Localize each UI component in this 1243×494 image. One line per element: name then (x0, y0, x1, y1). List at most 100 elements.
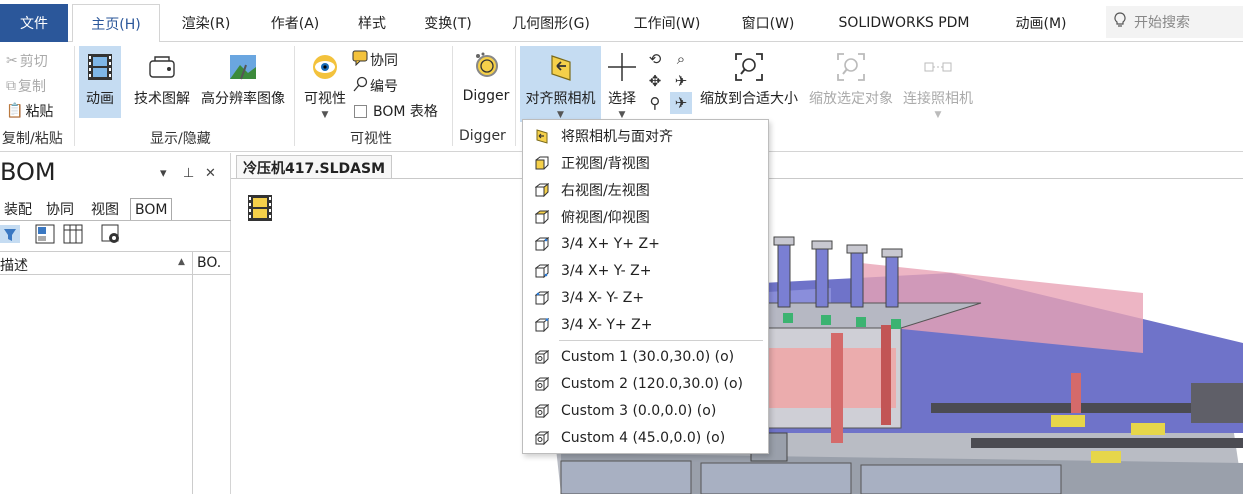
landscape-icon (226, 50, 260, 84)
tab-animation[interactable]: 动画(M) (996, 4, 1086, 42)
fly-icon[interactable]: ✈ (670, 70, 692, 92)
tech-illustration-button[interactable]: 技术图解 (130, 46, 194, 108)
column-description[interactable]: 描述 (0, 255, 28, 275)
group-label-show-hide: 显示/隐藏 (150, 131, 211, 147)
animation-button[interactable]: 动画 (79, 46, 121, 118)
panel-title: BOM (0, 158, 56, 186)
menu-label: 俯视图/仰视图 (561, 209, 650, 226)
zoom-to-fit-button[interactable]: 缩放到合适大小 (696, 46, 802, 108)
zoom-area-icon[interactable]: ⌕ (670, 48, 692, 70)
toaster-icon (145, 50, 179, 84)
zoom-selected-label: 缩放选定对象 (809, 91, 893, 107)
menu-item-front-back[interactable]: 正视图/背视图 (523, 149, 768, 176)
visibility-label: 可视性 (304, 91, 346, 107)
menu-item-custom-3[interactable]: Custom 3 (0.0,0.0) (o) (523, 397, 768, 424)
bom-panel: BOM ▾ ⊥ ✕ 装配 协同 视图 BOM 描述 ▲ BO. (0, 153, 231, 494)
tab-render[interactable]: 渲染(R) (168, 4, 244, 42)
film-icon (83, 50, 117, 84)
cube-custom-icon (523, 430, 561, 445)
cube-iso-icon (523, 236, 561, 251)
select-button[interactable]: 选择 ▼ (604, 46, 640, 120)
zoom-selected-button[interactable]: 缩放选定对象 (804, 46, 898, 108)
document-tab[interactable]: 冷压机417.SLDASM (236, 155, 393, 179)
cube-custom-icon (523, 403, 561, 418)
cube-custom-icon (523, 349, 561, 364)
tab-pdm[interactable]: SOLIDWORKS PDM (822, 4, 986, 42)
bom-preview-icon[interactable] (100, 223, 124, 247)
sort-up-icon[interactable]: ▲ (178, 257, 185, 267)
cut-button[interactable]: ✂ 剪切 (6, 50, 48, 72)
group-label-visibility: 可视性 (350, 131, 392, 147)
tab-underline (0, 220, 231, 221)
animation-film-icon[interactable] (247, 194, 273, 226)
tab-assembly[interactable]: 装配 (0, 198, 36, 220)
bom-filter-icon[interactable] (0, 223, 24, 247)
numbering-label: 编号 (370, 79, 398, 95)
bom-table-icon[interactable] (62, 223, 86, 247)
digger-button[interactable]: Digger (458, 46, 514, 104)
menu-item-right-left[interactable]: 右视图/左视图 (523, 176, 768, 203)
dropdown-arrow-icon[interactable]: ▼ (322, 110, 329, 120)
tab-geometry[interactable]: 几何图形(G) (498, 4, 604, 42)
search-placeholder: 开始搜索 (1134, 15, 1190, 31)
menu-label: Custom 3 (0.0,0.0) (o) (561, 402, 717, 419)
zoom-icon[interactable]: ⚲ (644, 92, 666, 114)
tab-file[interactable]: 文件 (0, 4, 68, 42)
panel-menu-icon[interactable]: ▾ (160, 166, 167, 181)
menu-item-iso-4[interactable]: 3/4 X- Y+ Z+ (523, 311, 768, 338)
menu-item-align-to-face[interactable]: 将照相机与面对齐 (523, 122, 768, 149)
menu-item-custom-4[interactable]: Custom 4 (45.0,0.0) (o) (523, 424, 768, 451)
scissors-icon: ✂ (6, 53, 18, 69)
animation-label: 动画 (86, 91, 114, 107)
tab-home[interactable]: 主页(H) (72, 4, 160, 43)
pan-icon[interactable]: ✥ (644, 70, 666, 92)
cube-custom-icon (523, 376, 561, 391)
dropdown-arrow-icon[interactable]: ▼ (935, 110, 942, 120)
align-face-icon (523, 128, 561, 144)
digger-label: Digger (462, 88, 510, 104)
collaboration-button[interactable]: 协同 (352, 49, 398, 71)
numbering-button[interactable]: 编号 (352, 75, 398, 97)
connect-camera-button[interactable]: 连接照相机 ▼ (898, 46, 978, 120)
tab-workshop[interactable]: 工作间(W) (618, 4, 716, 42)
search-input[interactable]: 开始搜索 (1106, 6, 1243, 38)
cube-iso-icon (523, 263, 561, 278)
menu-item-iso-1[interactable]: 3/4 X+ Y+ Z+ (523, 230, 768, 257)
paste-label: 粘贴 (25, 104, 54, 120)
paste-button[interactable]: 📋 粘贴 (6, 100, 53, 122)
menu-label: 将照相机与面对齐 (561, 128, 673, 145)
pin-icon[interactable]: ⊥ (183, 166, 194, 181)
tab-styles[interactable]: 样式 (346, 4, 398, 42)
tech-illustration-label: 技术图解 (134, 91, 190, 107)
bom-grid-icon[interactable] (34, 223, 58, 247)
checkbox-icon[interactable] (354, 104, 367, 118)
tab-transform[interactable]: 变换(T) (411, 4, 485, 42)
hires-image-button[interactable]: 高分辨率图像 (196, 46, 290, 108)
tab-bom[interactable]: BOM (130, 198, 173, 220)
visibility-button[interactable]: 可视性 ▼ (300, 46, 350, 120)
zoom-fit-icon (732, 50, 766, 84)
align-camera-button[interactable]: 对齐照相机 ▼ (520, 46, 601, 122)
rotate-icon[interactable]: ⟲ (644, 48, 666, 70)
copy-button[interactable]: ⧉ 复制 (6, 75, 46, 97)
menu-item-iso-3[interactable]: 3/4 X- Y- Z+ (523, 284, 768, 311)
tab-author[interactable]: 作者(A) (258, 4, 332, 42)
tab-collaboration[interactable]: 协同 (42, 198, 78, 220)
tab-views[interactable]: 视图 (87, 198, 123, 220)
connect-camera-label: 连接照相机 (903, 91, 973, 107)
cube-right-icon (523, 182, 561, 197)
close-icon[interactable]: ✕ (205, 166, 216, 181)
tab-window[interactable]: 窗口(W) (728, 4, 808, 42)
menu-item-custom-2[interactable]: Custom 2 (120.0,30.0) (o) (523, 370, 768, 397)
bom-table-checkbox[interactable]: BOM 表格 (354, 100, 438, 122)
menu-item-top-bottom[interactable]: 俯视图/仰视图 (523, 203, 768, 230)
menu-item-custom-1[interactable]: Custom 1 (30.0,30.0) (o) (523, 343, 768, 370)
cube-top-icon (523, 209, 561, 224)
fly-mode-icon[interactable]: ✈ (670, 92, 692, 114)
lightbulb-icon (1106, 12, 1134, 32)
bom-column-header: 描述 ▲ BO. (0, 251, 231, 275)
menu-item-iso-2[interactable]: 3/4 X+ Y- Z+ (523, 257, 768, 284)
column-divider (192, 251, 193, 494)
speech-bubble-icon (352, 50, 368, 70)
column-bom[interactable]: BO. (197, 255, 221, 271)
